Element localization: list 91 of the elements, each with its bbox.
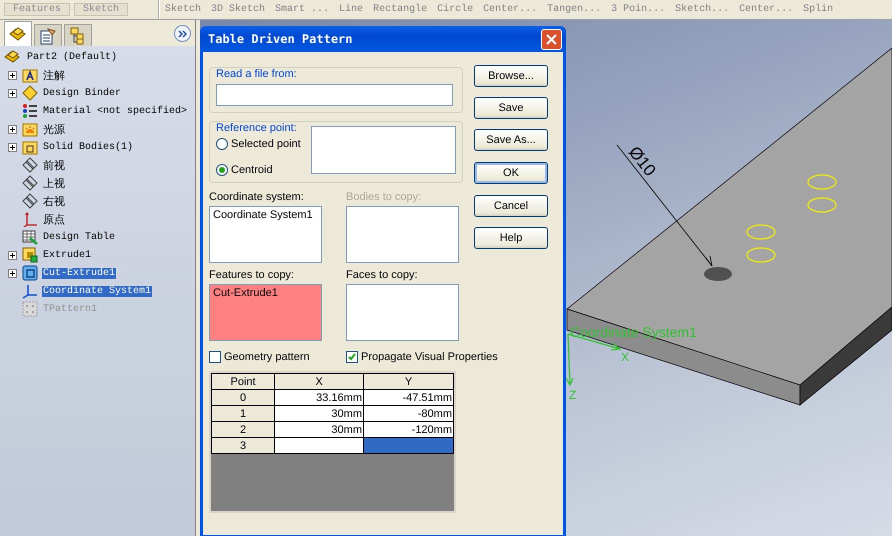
row-header[interactable]: 3 bbox=[212, 438, 275, 454]
axis-label: X bbox=[621, 350, 630, 364]
table-cell[interactable]: 30mm bbox=[274, 422, 364, 438]
tree-item[interactable]: 光源 bbox=[42, 122, 66, 136]
table-cell[interactable]: -47.51mm bbox=[363, 390, 454, 406]
table-cell[interactable] bbox=[363, 438, 454, 454]
plane-icon bbox=[22, 175, 38, 191]
tree-item[interactable]: Solid Bodies(1) bbox=[42, 142, 134, 152]
tree-item[interactable]: 注解 bbox=[42, 68, 66, 82]
list-item[interactable]: Cut-Extrude1 bbox=[213, 287, 318, 299]
list-item[interactable]: Coordinate System1 bbox=[213, 209, 318, 221]
expand-toggle[interactable] bbox=[8, 250, 17, 260]
radio-label: Centroid bbox=[231, 164, 273, 176]
tree-item[interactable]: Extrude1 bbox=[42, 250, 92, 260]
annotation-folder-icon bbox=[22, 67, 38, 83]
cut-extrude-icon bbox=[22, 265, 38, 281]
panel-tab[interactable] bbox=[64, 24, 92, 46]
expand-toggle[interactable] bbox=[8, 124, 17, 134]
close-icon bbox=[546, 34, 557, 44]
dialog-button[interactable]: Browse... bbox=[474, 65, 548, 87]
table-cell[interactable] bbox=[274, 438, 364, 454]
tree-item[interactable]: Design Binder bbox=[42, 88, 122, 98]
tree-item[interactable]: 原点 bbox=[42, 212, 66, 226]
list-label: Features to copy: bbox=[209, 269, 295, 281]
bodies-folder-icon bbox=[22, 139, 38, 155]
window-title: Table Driven Pattern bbox=[208, 32, 352, 46]
expand-panel-button[interactable] bbox=[174, 25, 191, 42]
dialog-button[interactable]: Save As... bbox=[474, 129, 548, 151]
expand-toggle[interactable] bbox=[8, 70, 17, 80]
pattern-icon bbox=[22, 301, 38, 317]
table-cell[interactable]: 30mm bbox=[274, 406, 364, 422]
tree-item[interactable]: Material <not specified> bbox=[42, 106, 188, 116]
tree-item[interactable]: Cut-Extrude1 bbox=[42, 268, 116, 278]
list-label: Faces to copy: bbox=[346, 269, 419, 281]
plane-icon bbox=[22, 157, 38, 173]
tree-item[interactable]: Coordinate System1 bbox=[42, 286, 152, 296]
file-path-field[interactable] bbox=[216, 84, 453, 106]
checkbox[interactable] bbox=[209, 351, 221, 363]
close-button[interactable] bbox=[541, 28, 562, 50]
part-icon bbox=[4, 49, 22, 65]
checkbox-label: Propagate Visual Properties bbox=[361, 351, 498, 363]
list-label: Coordinate system: bbox=[209, 191, 305, 203]
material-icon bbox=[22, 103, 38, 119]
dialog-button[interactable]: OK bbox=[474, 162, 548, 184]
plane-icon bbox=[22, 193, 38, 209]
radio-button[interactable] bbox=[216, 164, 228, 176]
design-table-icon bbox=[22, 229, 38, 245]
column-header: Point bbox=[212, 374, 275, 390]
binder-icon bbox=[22, 85, 38, 101]
tree-item[interactable]: Design Table bbox=[42, 232, 116, 242]
check-icon bbox=[348, 353, 356, 361]
tree-root-item[interactable]: Part2 (Default) bbox=[26, 52, 118, 62]
group-label: Reference point: bbox=[214, 122, 299, 134]
expand-toggle[interactable] bbox=[8, 142, 17, 152]
column-header: Y bbox=[363, 374, 454, 390]
row-header[interactable]: 0 bbox=[212, 390, 275, 406]
row-header[interactable]: 2 bbox=[212, 422, 275, 438]
tree-item[interactable]: 上视 bbox=[42, 176, 66, 190]
lights-folder-icon bbox=[22, 121, 38, 137]
panel-tab[interactable] bbox=[34, 24, 62, 46]
checkbox[interactable] bbox=[346, 351, 358, 363]
selection-list[interactable] bbox=[346, 284, 459, 341]
dialog-button[interactable]: Cancel bbox=[474, 195, 548, 217]
selection-list[interactable]: Coordinate System1 bbox=[209, 206, 322, 263]
checkbox-label: Geometry pattern bbox=[224, 351, 310, 363]
diameter-dimension: Ø10 bbox=[624, 142, 660, 180]
axis-label: Z bbox=[569, 388, 576, 402]
table-cell[interactable]: -120mm bbox=[363, 422, 454, 438]
coordinate-system-icon bbox=[22, 283, 38, 299]
radio-button[interactable] bbox=[216, 138, 228, 150]
property-sheet-icon bbox=[39, 26, 57, 44]
tree-item[interactable]: 前视 bbox=[42, 158, 66, 172]
tree-item[interactable]: 右视 bbox=[42, 194, 66, 208]
selection-list[interactable]: Cut-Extrude1 bbox=[209, 284, 322, 341]
double-chevron-icon bbox=[178, 30, 187, 38]
table-cell[interactable]: -80mm bbox=[363, 406, 454, 422]
panel-tab[interactable] bbox=[4, 21, 32, 46]
list-label: Bodies to copy: bbox=[346, 191, 422, 203]
dialog-button[interactable]: Help bbox=[474, 227, 548, 249]
dialog-button[interactable]: Save bbox=[474, 97, 548, 119]
origin-icon bbox=[22, 211, 38, 227]
expand-toggle[interactable] bbox=[8, 268, 17, 278]
group-label: Read a file from: bbox=[214, 68, 299, 80]
part-tree-icon bbox=[9, 25, 27, 43]
column-header: X bbox=[274, 374, 364, 390]
radio-label: Selected point bbox=[231, 138, 301, 150]
table-cell[interactable]: 33.16mm bbox=[274, 390, 364, 406]
extrude-icon bbox=[22, 247, 38, 263]
expand-toggle[interactable] bbox=[8, 88, 17, 98]
row-header[interactable]: 1 bbox=[212, 406, 275, 422]
reference-point-box[interactable] bbox=[311, 126, 456, 174]
